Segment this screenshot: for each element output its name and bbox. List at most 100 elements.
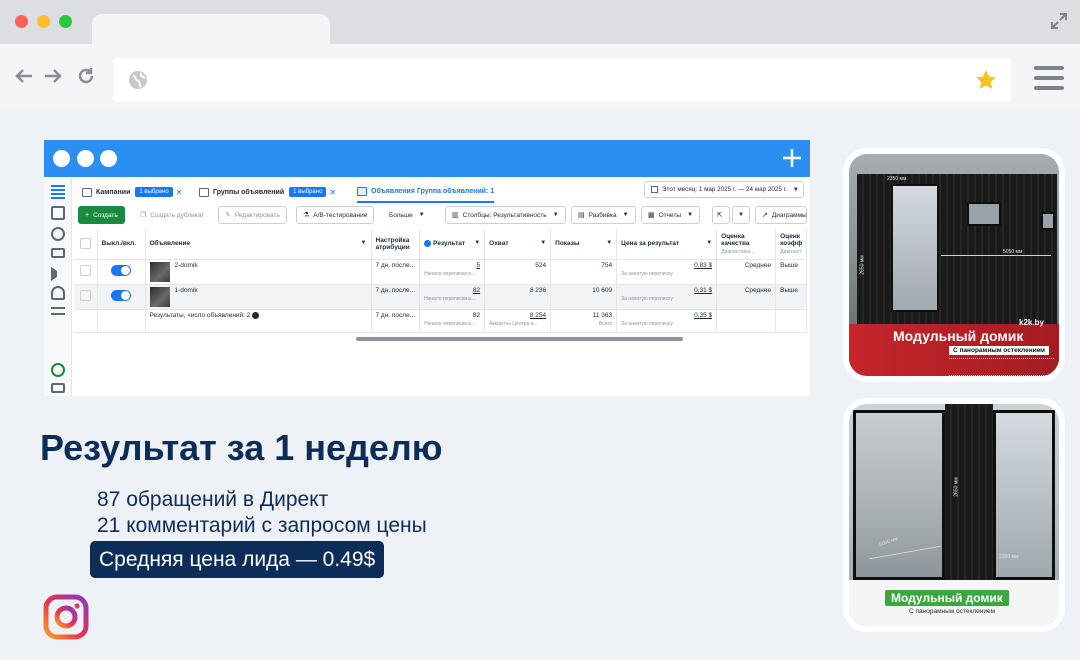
chevron-down-icon: ▼	[552, 212, 559, 218]
folder-icon	[82, 187, 92, 197]
row-checkbox[interactable]	[79, 264, 91, 276]
plus-icon[interactable]	[782, 148, 802, 168]
col-quality[interactable]: Оценка качества Диагностика...	[716, 229, 777, 260]
audience-icon[interactable]	[51, 227, 65, 241]
columns-dropdown[interactable]: ▥ Столбцы: Результативность ▼	[445, 206, 566, 224]
help-icon[interactable]	[51, 363, 65, 377]
table-row[interactable]: 1-domik 7 дн. после... 82 Начало переписк…	[74, 284, 808, 310]
col-reach[interactable]: Охват ▼	[484, 229, 552, 260]
edit-button[interactable]: ✎ Редактировать	[218, 206, 287, 224]
summary-result: 82	[472, 311, 481, 319]
sort-icon: ▼	[360, 240, 367, 247]
menu-lines-icon[interactable]	[51, 307, 65, 315]
export-button[interactable]: ⇱	[712, 206, 730, 224]
selected-badge: 1 выбрано	[135, 187, 173, 197]
address-bar[interactable]	[114, 58, 1011, 102]
quality-cell: Среднее	[716, 284, 777, 310]
summary-reach[interactable]: 8 254	[530, 312, 546, 319]
col-coef[interactable]: Оценк коэфф Диагност	[775, 229, 808, 260]
chevron-down-icon: ▼	[687, 212, 694, 218]
window	[1041, 212, 1055, 230]
ad-name-link[interactable]: 2-domik	[175, 262, 198, 269]
dimension-label: 2350 мм	[999, 554, 1019, 560]
export-dropdown[interactable]: ▼	[732, 206, 750, 224]
tab-adsets[interactable]: Группы объявлений 1 выбрано ✕	[199, 181, 336, 203]
maximize-window-button[interactable]	[59, 15, 72, 28]
info-icon	[424, 240, 432, 248]
report-icon: ▦	[648, 212, 655, 219]
coef-cell: Выше	[775, 259, 808, 285]
window-dot	[53, 150, 70, 167]
quality-cell: Среднее	[716, 259, 777, 285]
dimension-label: 5050 мм	[1003, 249, 1023, 255]
clear-selection-icon[interactable]: ✕	[176, 188, 183, 197]
breakdown-icon: ▤	[578, 212, 585, 219]
browser-tab[interactable]	[92, 14, 330, 44]
row-checkbox[interactable]	[79, 289, 91, 301]
menu-icon[interactable]	[1034, 66, 1064, 90]
reports-dropdown[interactable]: ▦ Отчеты ▼	[641, 206, 701, 224]
result-value[interactable]: 5	[477, 262, 481, 269]
flask-icon: ⚗	[303, 212, 310, 219]
col-toggle[interactable]: Выкл./вкл.	[97, 229, 146, 260]
back-icon[interactable]	[14, 66, 34, 86]
instagram-icon[interactable]	[43, 594, 89, 640]
plus-small-icon: +	[85, 211, 90, 219]
info-icon	[252, 311, 260, 319]
ad-toggle[interactable]	[111, 264, 131, 276]
selected-badge: 1 выбрано	[289, 187, 327, 197]
col-attribution[interactable]: Настройка атрибуции	[371, 229, 421, 260]
breakdown-dropdown[interactable]: ▤ Разбивка ▼	[571, 206, 636, 224]
select-all-checkbox[interactable]	[79, 238, 91, 250]
create-button[interactable]: + Создать	[78, 206, 125, 224]
summary-cpr[interactable]: 0,35 $	[694, 312, 712, 319]
ads-window-titlebar	[44, 140, 810, 177]
charts-button[interactable]: ↗ Диаграммы	[755, 206, 807, 224]
people-icon[interactable]	[51, 286, 65, 300]
table-row[interactable]: 2-domik 7 дн. после... 5 Начало переписки…	[74, 259, 808, 285]
close-window-button[interactable]	[15, 15, 28, 28]
feature-list	[949, 358, 1054, 376]
creative-subtitle: С панорамным остеклением	[909, 608, 996, 615]
reload-icon[interactable]	[76, 66, 96, 86]
chevron-down-icon: ▼	[792, 186, 799, 193]
minimize-window-button[interactable]	[37, 15, 50, 28]
megaphone-icon[interactable]	[51, 267, 65, 281]
brand-label: k2k.by	[1019, 318, 1044, 327]
ad-name-link[interactable]: 1-domik	[175, 287, 198, 294]
horizontal-scrollbar[interactable]	[356, 337, 683, 341]
col-impressions[interactable]: Показы ▼	[550, 229, 618, 260]
table-icon[interactable]	[51, 185, 65, 199]
creative-subtitle: С панорамным остеклением	[949, 346, 1049, 355]
cpr-value[interactable]: 0,83 $	[694, 262, 712, 269]
chevron-down-icon: ▼	[418, 212, 425, 218]
attribution-cell: 7 дн. после...	[371, 259, 421, 285]
duplicate-button[interactable]: ❐ Создать дубликат	[134, 206, 211, 224]
select-all-cell[interactable]	[74, 229, 98, 260]
clear-selection-icon[interactable]: ✕	[329, 188, 336, 197]
col-cost-per-result[interactable]: Цена за результат ▼	[616, 229, 718, 260]
page-title: Результат за 1 неделю	[40, 427, 443, 468]
cpr-value[interactable]: 0,31 $	[694, 287, 712, 294]
export-icon: ⇱	[717, 212, 723, 219]
more-dropdown[interactable]: Больше ▼	[383, 206, 431, 224]
expand-icon[interactable]	[1050, 12, 1068, 30]
billing-icon[interactable]	[51, 248, 65, 258]
result-value[interactable]: 82	[473, 287, 480, 294]
col-result[interactable]: Результат ▼	[419, 229, 486, 260]
star-icon[interactable]	[974, 68, 998, 92]
ads-sidebar	[44, 177, 72, 396]
tab-campaigns[interactable]: Кампании 1 выбрано ✕	[82, 181, 182, 203]
attribution-cell: 7 дн. после...	[371, 284, 421, 310]
pages-icon[interactable]	[51, 206, 65, 220]
ab-test-button[interactable]: ⚗ A/B-тестирование	[296, 206, 375, 224]
globe-icon	[129, 71, 147, 89]
dimension-label: 2650 мм	[859, 255, 866, 275]
news-icon[interactable]	[51, 383, 65, 393]
forward-icon[interactable]	[43, 66, 63, 86]
impressions-cell: 754	[550, 259, 618, 285]
ad-toggle[interactable]	[111, 289, 131, 301]
col-ad[interactable]: Объявление ▼	[145, 229, 372, 260]
date-range-picker[interactable]: Этот месяц: 1 мар 2025 г. — 24 мар 2025 …	[644, 181, 804, 198]
tab-ads[interactable]: Объявления Группа объявлений: 1	[357, 181, 495, 203]
